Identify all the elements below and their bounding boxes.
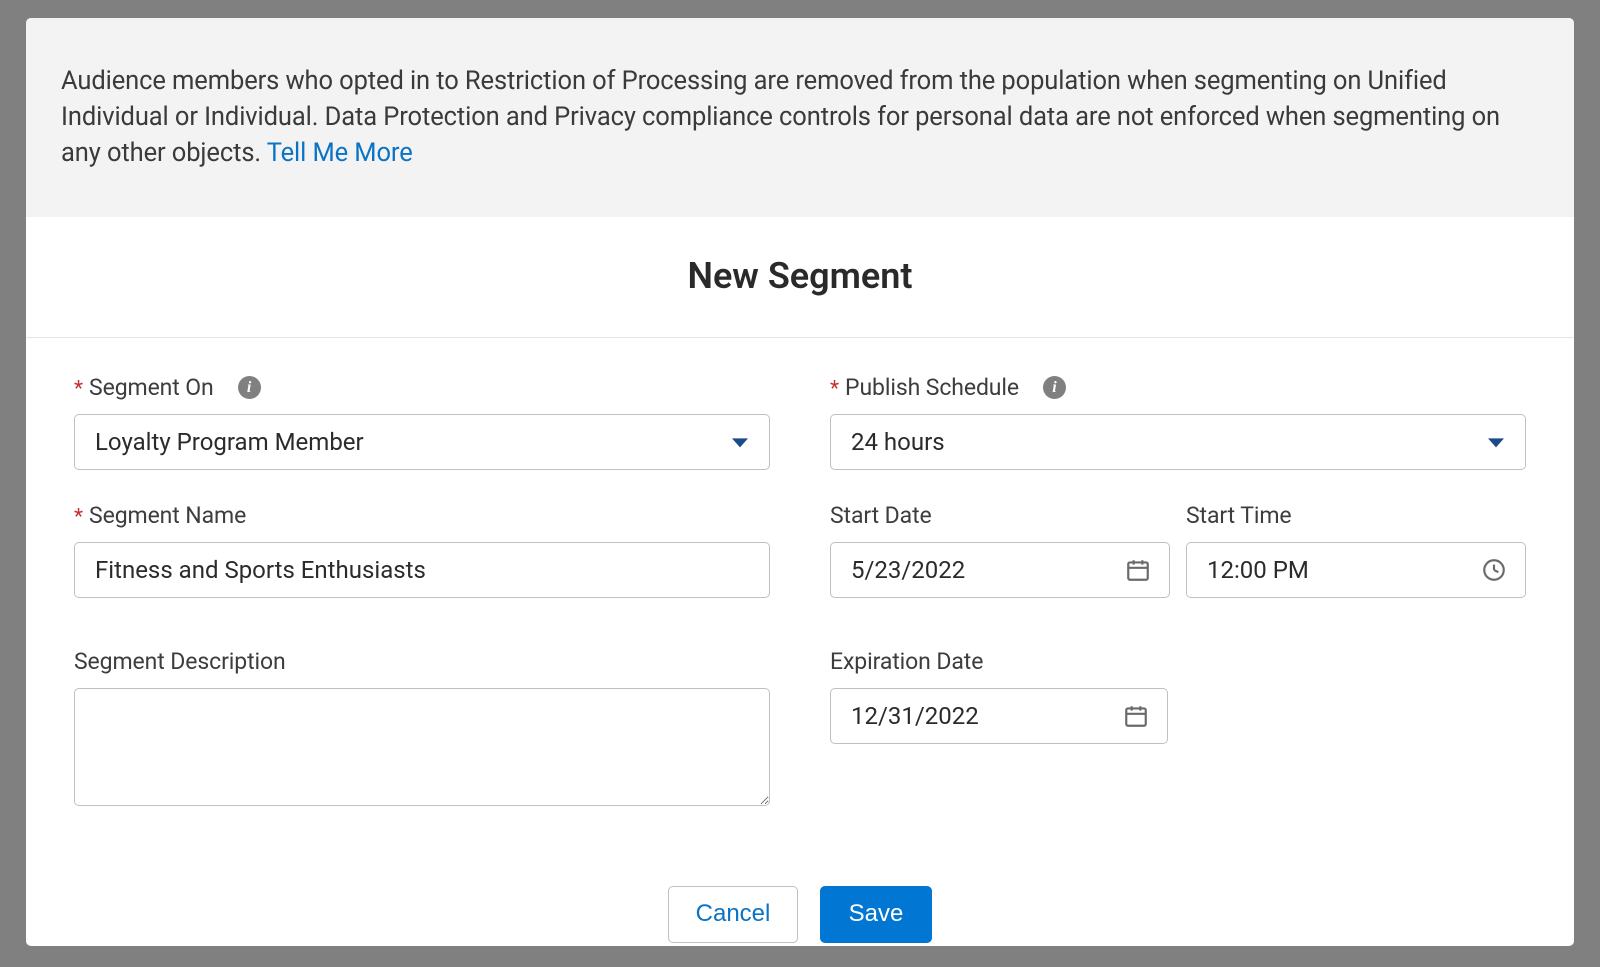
form-right-column: * Publish Schedule i 24 hours [830, 374, 1526, 842]
segment-on-label-row: * Segment On i [74, 374, 770, 402]
segment-on-select[interactable]: Loyalty Program Member [74, 414, 770, 470]
publish-schedule-label: Publish Schedule [845, 374, 1019, 401]
start-time-value: 12:00 PM [1207, 556, 1505, 584]
start-time-label-row: Start Time [1186, 502, 1526, 530]
segment-on-select-wrap: Loyalty Program Member [74, 414, 770, 470]
start-date-sub: Start Date 5/23/2022 [830, 502, 1170, 598]
save-button[interactable]: Save [820, 886, 932, 943]
start-time-input[interactable]: 12:00 PM [1186, 542, 1526, 598]
chevron-down-icon [732, 438, 748, 447]
expiration-date-label-row: Expiration Date [830, 648, 1526, 676]
start-time-sub: Start Time 12:00 PM [1186, 502, 1526, 598]
publish-schedule-value: 24 hours [851, 428, 1505, 456]
start-date-label: Start Date [830, 502, 932, 529]
segment-description-label: Segment Description [74, 648, 286, 675]
expiration-date-wrap: 12/31/2022 [830, 688, 1168, 744]
required-marker: * [74, 377, 83, 401]
segment-on-value: Loyalty Program Member [95, 428, 749, 456]
modal-footer: Cancel Save [26, 862, 1574, 946]
segment-on-field: * Segment On i Loyalty Program Member [74, 374, 770, 470]
calendar-icon [1125, 557, 1151, 583]
segment-description-label-row: Segment Description [74, 648, 770, 676]
clock-icon [1481, 557, 1507, 583]
tell-me-more-link[interactable]: Tell Me More [267, 138, 413, 168]
modal-header: New Segment [26, 217, 1574, 338]
form-body: * Segment On i Loyalty Program Member * [26, 338, 1574, 862]
start-time-label: Start Time [1186, 502, 1292, 529]
start-datetime-field: Start Date 5/23/2022 [830, 502, 1526, 598]
info-icon[interactable]: i [238, 376, 261, 399]
required-marker: * [830, 377, 839, 401]
segment-name-value: Fitness and Sports Enthusiasts [95, 556, 749, 584]
modal-title: New Segment [26, 255, 1574, 297]
start-date-input[interactable]: 5/23/2022 [830, 542, 1170, 598]
publish-schedule-field: * Publish Schedule i 24 hours [830, 374, 1526, 470]
segment-description-field: Segment Description [74, 648, 770, 810]
start-datetime-row: Start Date 5/23/2022 [830, 502, 1526, 598]
new-segment-modal: Audience members who opted in to Restric… [26, 18, 1574, 946]
chevron-down-icon [1488, 438, 1504, 447]
expiration-date-input[interactable]: 12/31/2022 [830, 688, 1168, 744]
segment-name-label: Segment Name [89, 502, 246, 529]
segment-description-textarea[interactable] [74, 688, 770, 806]
segment-name-field: * Segment Name Fitness and Sports Enthus… [74, 502, 770, 598]
publish-schedule-label-row: * Publish Schedule i [830, 374, 1526, 402]
modal-backdrop: Audience members who opted in to Restric… [0, 0, 1600, 967]
expiration-date-value: 12/31/2022 [851, 702, 1147, 730]
start-date-label-row: Start Date [830, 502, 1170, 530]
start-date-value: 5/23/2022 [851, 556, 1149, 584]
calendar-icon [1123, 703, 1149, 729]
required-marker: * [74, 505, 83, 529]
segment-name-label-row: * Segment Name [74, 502, 770, 530]
expiration-date-field: Expiration Date 12/31/2022 [830, 648, 1526, 744]
info-icon[interactable]: i [1043, 376, 1066, 399]
info-banner: Audience members who opted in to Restric… [26, 18, 1574, 217]
publish-schedule-select-wrap: 24 hours [830, 414, 1526, 470]
cancel-button[interactable]: Cancel [668, 886, 798, 943]
segment-name-input[interactable]: Fitness and Sports Enthusiasts [74, 542, 770, 598]
expiration-date-label: Expiration Date [830, 648, 983, 675]
segment-on-label: Segment On [89, 374, 214, 401]
publish-schedule-select[interactable]: 24 hours [830, 414, 1526, 470]
form-left-column: * Segment On i Loyalty Program Member * [74, 374, 770, 842]
